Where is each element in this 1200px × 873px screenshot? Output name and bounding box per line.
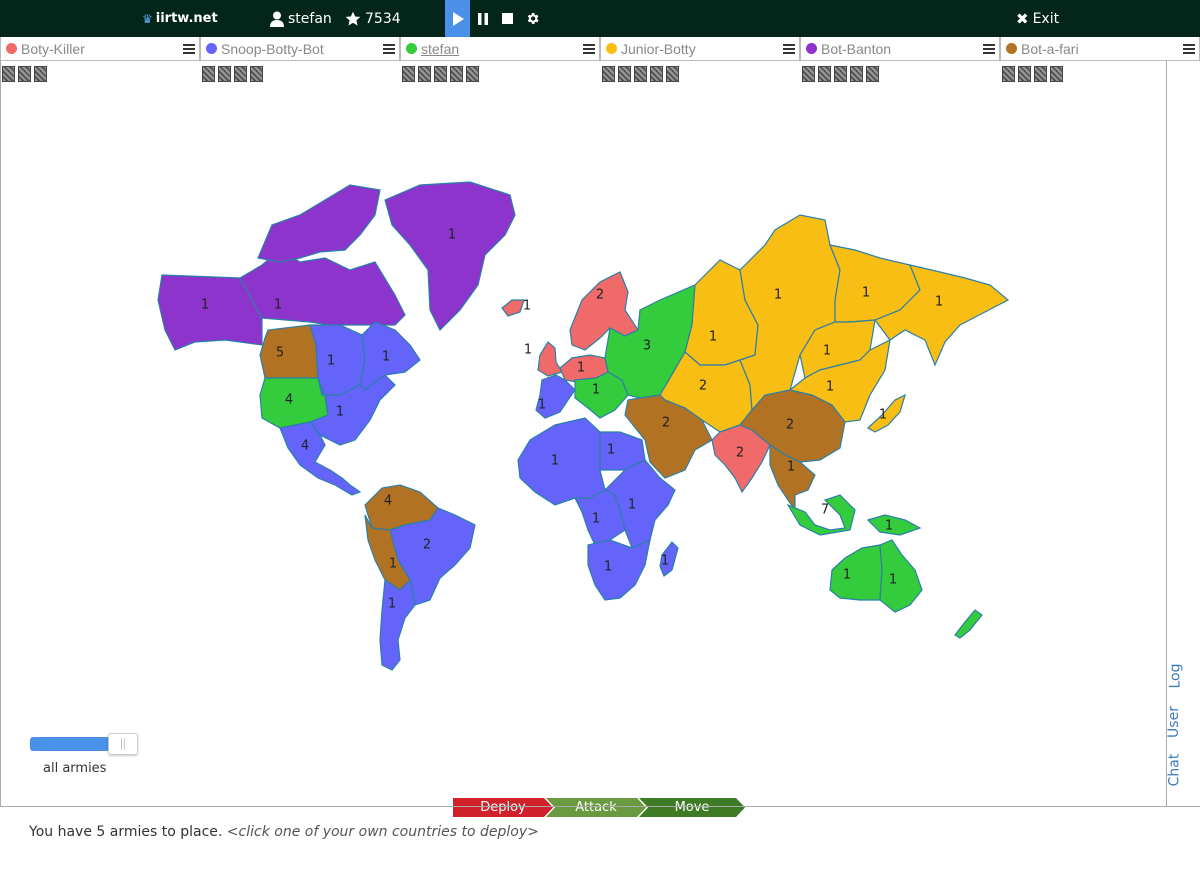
territory-new-zealand[interactable]: [954, 609, 983, 639]
army-count-india: 2: [736, 446, 744, 461]
army-count-iceland: 1: [523, 299, 531, 314]
army-count-east-africa: 1: [628, 498, 636, 513]
army-count-eastern-australia: 1: [889, 573, 897, 588]
army-count-egypt: 1: [607, 443, 615, 458]
territory-iceland[interactable]: [501, 299, 525, 317]
army-count-congo: 1: [592, 512, 600, 527]
territory-argentina[interactable]: [379, 578, 416, 671]
army-count-northern-europe: 1: [577, 361, 585, 376]
slider-label: all armies: [43, 761, 107, 776]
army-count-china: 2: [786, 418, 794, 433]
army-count-mongolia: 1: [826, 380, 834, 395]
territory-greenland[interactable]: [384, 181, 516, 332]
territory-north-africa[interactable]: [517, 417, 606, 506]
army-count-greenland: 1: [448, 228, 456, 243]
slider-thumb[interactable]: [108, 733, 138, 755]
army-count-siberia: 1: [774, 288, 782, 303]
army-count-alaska: 1: [201, 298, 209, 313]
army-count-ontario: 1: [327, 354, 335, 369]
territory-alberta[interactable]: [259, 324, 319, 379]
army-count-yakutsk: 1: [862, 286, 870, 301]
army-count-peru: 1: [389, 557, 397, 572]
army-count-ural: 1: [709, 330, 717, 345]
army-count-afghanistan: 2: [699, 379, 707, 394]
army-count-western-us: 4: [285, 393, 293, 408]
army-count-siam: 1: [787, 460, 795, 475]
army-count-great-britain: 1: [524, 343, 532, 358]
territory-new-guinea[interactable]: [866, 514, 922, 536]
territory-northwest-territory[interactable]: [239, 249, 406, 326]
army-count-southern-europe: 1: [592, 383, 600, 398]
army-count-venezuela: 4: [384, 494, 392, 509]
army-count-indonesia: 7: [821, 503, 829, 518]
army-count-argentina: 1: [388, 597, 396, 612]
army-count-kamchatka: 1: [935, 295, 943, 310]
status-text: You have 5 armies to place.: [29, 824, 223, 840]
army-count-madagascar: 1: [661, 554, 669, 569]
tab-chat-label: Chat: [1166, 753, 1182, 787]
status-bar: You have 5 armies to place. <click one o…: [0, 806, 1200, 873]
army-count-northwest-territory: 1: [274, 298, 282, 313]
territory-arctic-islands[interactable]: [257, 184, 381, 263]
status-message: You have 5 armies to place. <click one o…: [29, 824, 539, 840]
army-count-eastern-us: 1: [336, 405, 344, 420]
army-count-middle-east: 2: [662, 416, 670, 431]
tab-log-label: Log: [1167, 663, 1184, 689]
army-count-irkutsk: 1: [823, 344, 831, 359]
army-count-western-australia: 1: [843, 568, 851, 583]
army-count-japan: 1: [879, 408, 887, 423]
status-hint: <click one of your own countries to depl…: [226, 824, 539, 840]
army-count-scandinavia: 2: [596, 288, 604, 303]
army-count-western-europe: 1: [538, 398, 546, 413]
world-map: 1 1151 14144211112111311111 11222211 1111171…: [157, 181, 1010, 671]
army-count-ukraine: 3: [643, 339, 651, 354]
territory-great-britain[interactable]: [537, 341, 563, 377]
army-count-brazil: 2: [423, 538, 431, 553]
army-count-new-guinea: 1: [885, 519, 893, 534]
tab-chat[interactable]: Chat: [1166, 750, 1200, 790]
army-count-quebec: 1: [382, 350, 390, 365]
tab-user-label: User: [1166, 706, 1183, 738]
territory-south-africa[interactable]: [587, 538, 651, 601]
army-count-central-america: 4: [301, 439, 309, 454]
army-count-north-africa: 1: [551, 454, 559, 469]
side-tabs: Log User Chat: [1166, 650, 1200, 800]
army-count-alberta: 5: [276, 346, 284, 361]
army-count-south-africa: 1: [604, 560, 612, 575]
territory-eastern-australia[interactable]: [879, 539, 923, 613]
territory-western-australia[interactable]: [829, 544, 883, 601]
army-filter-slider[interactable]: [30, 733, 138, 755]
tab-log[interactable]: Log: [1168, 658, 1200, 694]
tab-user[interactable]: User: [1166, 702, 1200, 742]
